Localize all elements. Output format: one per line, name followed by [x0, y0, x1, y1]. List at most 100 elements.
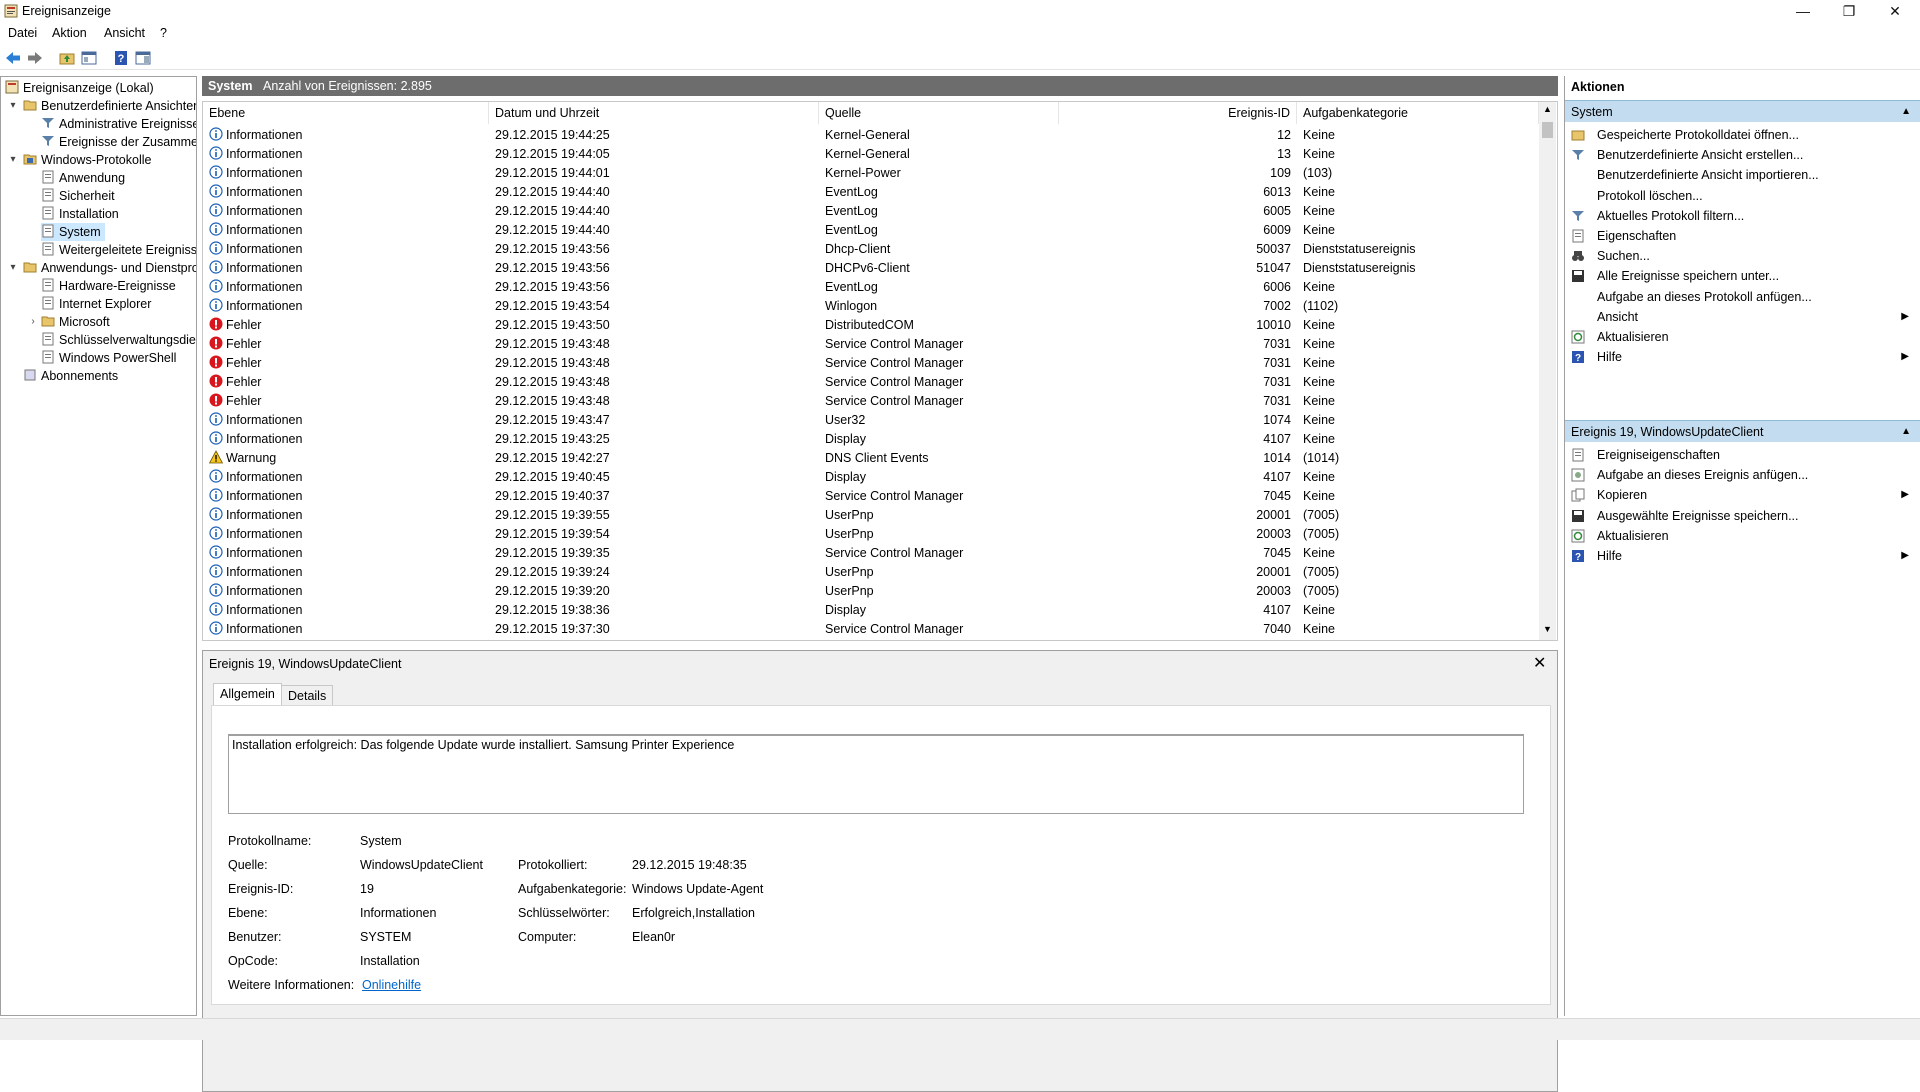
menu-aktion[interactable]: Aktion [52, 26, 87, 40]
menu-datei[interactable]: Datei [8, 26, 37, 40]
col-header-category[interactable]: Aufgabenkategorie [1297, 102, 1539, 124]
action-item-event-3[interactable]: Ausgewählte Ereignisse speichern... [1565, 505, 1920, 527]
close-window-button[interactable]: ✕ [1872, 0, 1918, 22]
action-item-system-0[interactable]: Gespeicherte Protokolldatei öffnen... [1565, 124, 1920, 146]
scroll-thumb[interactable] [1542, 122, 1553, 138]
scroll-up-arrow-icon[interactable]: ▲ [1543, 104, 1552, 114]
folder-up-icon[interactable] [58, 49, 76, 67]
forward-icon[interactable] [26, 49, 44, 67]
table-row[interactable]: Informationen 29.12.2015 19:43:56 DHCPv6-C… [203, 259, 1539, 278]
table-row[interactable]: Informationen 29.12.2015 19:39:24 UserPnp 2… [203, 563, 1539, 582]
minimize-button[interactable]: — [1780, 0, 1826, 22]
table-row[interactable]: Informationen 29.12.2015 19:44:40 EventLog… [203, 183, 1539, 202]
menu-help[interactable]: ? [160, 26, 167, 40]
table-row[interactable]: Fehler 29.12.2015 19:43:48 Service Control… [203, 354, 1539, 373]
table-row[interactable]: Informationen 29.12.2015 19:44:01 Kernel-P… [203, 164, 1539, 183]
expander-windows-logs[interactable]: ▾ [7, 151, 19, 169]
table-row[interactable]: Informationen 29.12.2015 19:40:45 Display 4… [203, 468, 1539, 487]
action-item-system-7[interactable]: Alle Ereignisse speichern unter... [1565, 265, 1920, 287]
tree-item-system[interactable]: System [41, 223, 105, 241]
action-item-event-0[interactable]: Ereigniseigenschaften [1565, 444, 1920, 466]
table-row[interactable]: Informationen 29.12.2015 19:44:25 Kernel-G… [203, 126, 1539, 145]
table-row[interactable]: Informationen 29.12.2015 19:43:47 User32 10… [203, 411, 1539, 430]
tree-item-microsoft[interactable]: Microsoft [41, 313, 110, 331]
help-icon[interactable]: ? [112, 49, 130, 67]
table-row[interactable]: Informationen 29.12.2015 19:39:55 UserPnp 2… [203, 506, 1539, 525]
tree-item-setup[interactable]: Installation [41, 205, 119, 223]
table-row[interactable]: Informationen 29.12.2015 19:44:40 EventLog… [203, 221, 1539, 240]
table-row[interactable]: Informationen 29.12.2015 19:44:05 Kernel-G… [203, 145, 1539, 164]
tree-root[interactable]: Ereignisanzeige (Lokal) [5, 79, 154, 97]
cell-level: Informationen [209, 259, 302, 278]
col-header-date[interactable]: Datum und Uhrzeit [489, 102, 819, 124]
actions-pane: Aktionen System ▲ Gespeicherte Protokoll… [1564, 76, 1920, 1016]
action-item-system-10[interactable]: Aktualisieren [1565, 326, 1920, 348]
col-header-event-id[interactable]: Ereignis-ID [1059, 102, 1297, 124]
action-item-system-6[interactable]: Suchen... [1565, 245, 1920, 267]
table-row[interactable]: Informationen 29.12.2015 19:44:40 EventLog… [203, 202, 1539, 221]
action-pane-icon[interactable] [134, 49, 152, 67]
close-icon[interactable]: ✕ [1533, 653, 1546, 673]
cell-level: Informationen [209, 164, 302, 183]
expander-microsoft[interactable]: › [27, 313, 39, 331]
action-item-system-4[interactable]: Aktuelles Protokoll filtern... [1565, 205, 1920, 227]
table-row[interactable]: Fehler 29.12.2015 19:43:50 DistributedCOM 1… [203, 316, 1539, 335]
action-item-event-2[interactable]: Kopieren ▶ [1565, 484, 1920, 506]
tree-item-application[interactable]: Anwendung [41, 169, 125, 187]
online-help-link[interactable]: Onlinehilfe [362, 978, 421, 992]
tab-details[interactable]: Details [281, 685, 334, 705]
event-description[interactable]: Installation erfolgreich: Das folgende U… [228, 734, 1524, 814]
tree-item-internet-explorer[interactable]: Internet Explorer [41, 295, 151, 313]
expander-custom-views[interactable]: ▾ [7, 97, 19, 115]
table-row[interactable]: Fehler 29.12.2015 19:43:48 Service Control… [203, 392, 1539, 411]
col-header-level[interactable]: Ebene [203, 102, 489, 124]
col-header-source[interactable]: Quelle [819, 102, 1059, 124]
expander-app-service-logs[interactable]: ▾ [7, 259, 19, 277]
tree-item-key-management[interactable]: Schlüsselverwaltungsdienst [41, 331, 196, 349]
tree-item-forwarded-events[interactable]: Weitergeleitete Ereignisse [41, 241, 196, 259]
console-tree-icon[interactable] [80, 49, 98, 67]
tree-item-powershell[interactable]: Windows PowerShell [41, 349, 176, 367]
action-item-system-3[interactable]: Protokoll löschen... [1565, 185, 1920, 207]
back-icon[interactable] [4, 49, 22, 67]
table-row[interactable]: Informationen 29.12.2015 19:39:54 UserPnp 2… [203, 525, 1539, 544]
tree-item-hardware-events[interactable]: Hardware-Ereignisse [41, 277, 176, 295]
action-item-system-9[interactable]: Ansicht ▶ [1565, 306, 1920, 328]
scroll-down-arrow-icon[interactable]: ▼ [1543, 624, 1552, 634]
tree-item-custom-views[interactable]: Benutzerdefinierte Ansichten [23, 97, 196, 115]
tab-general[interactable]: Allgemein [213, 683, 282, 705]
table-row[interactable]: Warnung 29.12.2015 19:42:27 DNS Client Eve… [203, 449, 1539, 468]
tree-item-summary-events[interactable]: Ereignisse der Zusammen [41, 133, 196, 151]
action-item-system-5[interactable]: Eigenschaften [1565, 225, 1920, 247]
menu-ansicht[interactable]: Ansicht [104, 26, 145, 40]
action-item-system-1[interactable]: Benutzerdefinierte Ansicht erstellen... [1565, 144, 1920, 166]
table-row[interactable]: Fehler 29.12.2015 19:43:48 Service Control… [203, 335, 1539, 354]
action-item-system-8[interactable]: Aufgabe an dieses Protokoll anfügen... [1565, 286, 1920, 308]
table-row[interactable]: Informationen 29.12.2015 19:40:37 Service … [203, 487, 1539, 506]
table-row[interactable]: Informationen 29.12.2015 19:39:20 UserPnp 2… [203, 582, 1539, 601]
table-row[interactable]: Informationen 29.12.2015 19:43:25 Display 4… [203, 430, 1539, 449]
collapse-icon[interactable]: ▲ [1901, 101, 1911, 123]
action-item-event-1[interactable]: Aufgabe an dieses Ereignis anfügen... [1565, 464, 1920, 486]
grid-vertical-scrollbar[interactable]: ▲ ▼ [1539, 102, 1556, 640]
table-row[interactable]: Fehler 29.12.2015 19:43:48 Service Control… [203, 373, 1539, 392]
collapse-icon[interactable]: ▲ [1901, 421, 1911, 443]
table-row[interactable]: Informationen 29.12.2015 19:37:30 Service … [203, 620, 1539, 639]
tree-item-subscriptions[interactable]: Abonnements [23, 367, 118, 385]
actions-section-system[interactable]: System ▲ [1565, 100, 1920, 122]
table-row[interactable]: Informationen 29.12.2015 19:43:56 EventLog… [203, 278, 1539, 297]
actions-section-event[interactable]: Ereignis 19, WindowsUpdateClient ▲ [1565, 420, 1920, 442]
table-row[interactable]: Informationen 29.12.2015 19:38:36 Display 4… [203, 601, 1539, 620]
table-row[interactable]: Informationen 29.12.2015 19:43:56 Dhcp-Cli… [203, 240, 1539, 259]
table-row[interactable]: Informationen 29.12.2015 19:43:54 Winlogon… [203, 297, 1539, 316]
tree-item-windows-logs[interactable]: Windows-Protokolle [23, 151, 151, 169]
tree-item-app-service-logs[interactable]: Anwendungs- und Dienstprotokolle [23, 259, 196, 277]
action-item-system-11[interactable]: ? Hilfe ▶ [1565, 346, 1920, 368]
action-item-event-4[interactable]: Aktualisieren [1565, 525, 1920, 547]
tree-item-security[interactable]: Sicherheit [41, 187, 115, 205]
action-item-event-5[interactable]: ? Hilfe ▶ [1565, 545, 1920, 567]
table-row[interactable]: Informationen 29.12.2015 19:39:35 Service … [203, 544, 1539, 563]
action-item-system-2[interactable]: Benutzerdefinierte Ansicht importieren..… [1565, 164, 1920, 186]
tree-item-admin-events[interactable]: Administrative Ereignisse [41, 115, 196, 133]
maximize-button[interactable]: ❐ [1826, 0, 1872, 22]
